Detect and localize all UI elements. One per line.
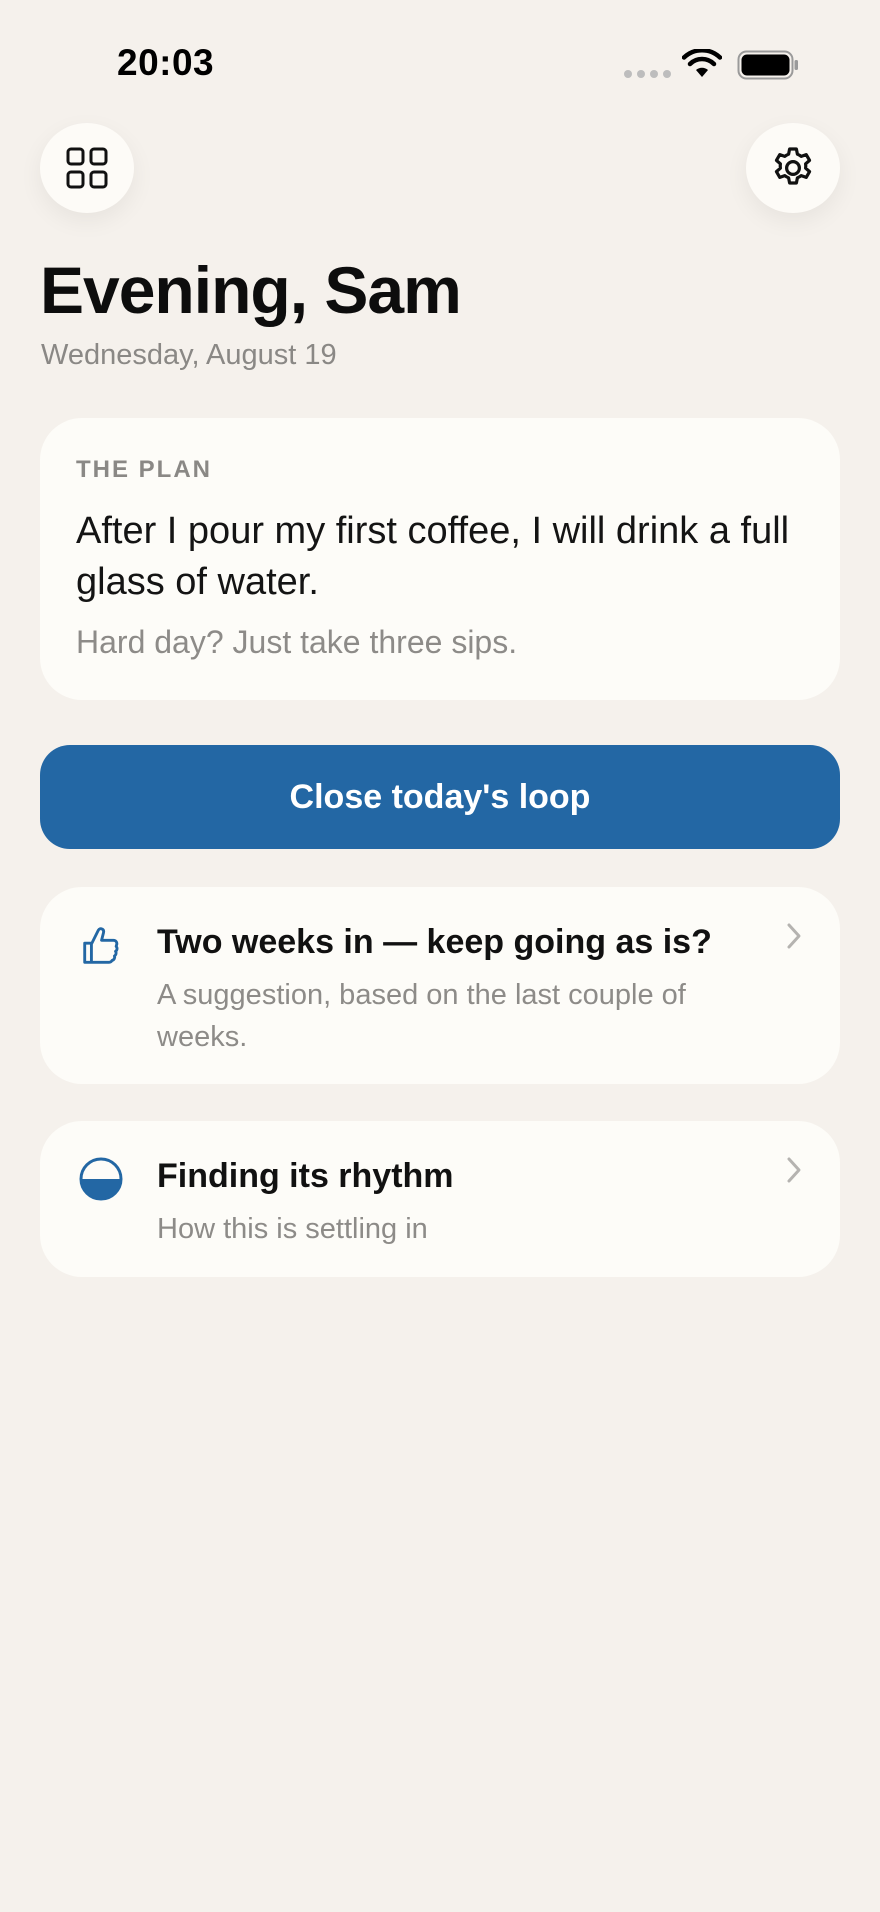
suggestion-title: Two weeks in — keep going as is? [157, 923, 712, 961]
rhythm-subtitle: How this is settling in [157, 1213, 428, 1245]
settings-button[interactable] [746, 123, 840, 213]
battery-icon [737, 50, 798, 80]
close-loop-button[interactable]: Close today's loop [40, 745, 840, 849]
rhythm-title: Finding its rhythm [157, 1157, 454, 1195]
suggestion-card[interactable]: Two weeks in — keep going as is? A sugge… [40, 887, 840, 1084]
greeting-title: Evening, Sam [40, 253, 462, 327]
chevron-right-icon [787, 923, 801, 949]
wifi-icon [682, 49, 722, 77]
grid-icon [66, 147, 108, 189]
status-bar: 20:03 [0, 0, 880, 120]
home-screen: 20:03 Evening, Sam Wednesday, August 19 … [0, 0, 880, 1912]
chevron-right-icon [787, 1157, 801, 1183]
rhythm-card[interactable]: Finding its rhythm How this is settling … [40, 1121, 840, 1277]
thumbs-up-icon [83, 927, 119, 964]
plan-fallback-text: Hard day? Just take three sips. [76, 624, 518, 660]
date-subtitle: Wednesday, August 19 [41, 339, 337, 371]
apps-grid-button[interactable] [40, 123, 134, 213]
status-time: 20:03 [117, 42, 215, 83]
plan-card: THE PLAN After I pour my first coffee, I… [40, 418, 840, 700]
plan-label: THE PLAN [76, 456, 212, 483]
plan-text: After I pour my first coffee, I will dri… [76, 510, 790, 603]
cellular-signal-icon [624, 70, 671, 78]
gear-icon [774, 147, 812, 185]
half-circle-icon [79, 1157, 123, 1201]
suggestion-subtitle: A suggestion, based on the last couple o… [157, 979, 686, 1053]
